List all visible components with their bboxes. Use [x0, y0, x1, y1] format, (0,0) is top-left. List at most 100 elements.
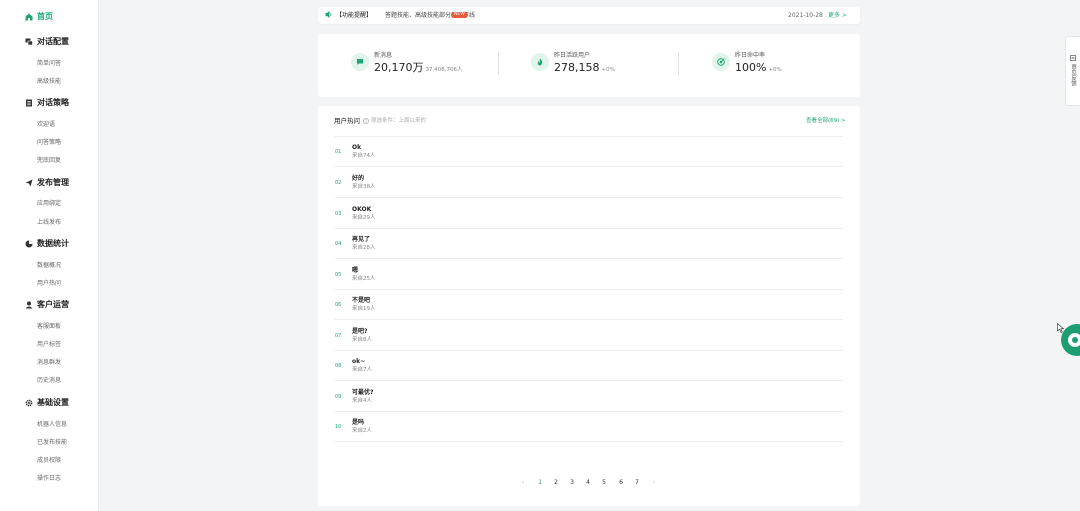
list-item[interactable]: 05 嗯 来自25人 — [334, 260, 843, 290]
new-badge: NEW — [451, 12, 468, 18]
sidebar-item-advanced-skill[interactable]: 高级技能 — [37, 77, 61, 87]
page-4-button[interactable]: 4 — [583, 478, 593, 488]
page-2-button[interactable]: 2 — [551, 478, 561, 488]
view-all-link[interactable]: 查看全部(69) > — [806, 117, 846, 126]
announcement-date: 2021-10-28 — [788, 12, 823, 19]
stat-sub: 37,408,706人 — [425, 67, 463, 73]
rank-number: 09 — [335, 394, 342, 400]
sidebar-item-bot-info[interactable]: 机器人信息 — [37, 420, 67, 430]
question-count: 来自29人 — [352, 215, 376, 221]
question-count: 来自28人 — [352, 245, 376, 251]
question-count: 来自8人 — [352, 337, 372, 343]
rank-number: 05 — [335, 272, 342, 278]
chat-icon-dot — [1072, 337, 1078, 343]
sidebar-item-qa-strategy[interactable]: 问答策略 — [37, 138, 61, 148]
list-item[interactable]: 03 OKOK 来自29人 — [334, 199, 843, 229]
list-item[interactable]: 04 再见了 来自28人 — [334, 229, 843, 259]
divider — [498, 52, 499, 75]
page-1-button[interactable]: 1 — [535, 478, 545, 488]
send-icon — [25, 179, 33, 187]
sidebar-item-hot-questions[interactable]: 用户热问 — [37, 279, 61, 289]
sidebar-group-dialog-strategy[interactable]: 对话策略 — [0, 95, 99, 111]
sidebar-item-service-panel[interactable]: 客服面板 — [37, 322, 61, 332]
sidebar-item-simple-qa[interactable]: 简单问答 — [37, 59, 61, 69]
sidebar-group-basic-settings[interactable]: 基础设置 — [0, 395, 99, 411]
question-count: 来自74人 — [352, 153, 376, 159]
announcement-bar: 【功能提醒】 答题技能、高级技能部分功能下线 NEW 2021-10-28 更多… — [318, 7, 860, 24]
question-count: 来自7人 — [352, 367, 372, 373]
volume-icon — [325, 10, 332, 21]
prev-page-button[interactable]: ‹ — [518, 478, 528, 488]
stats-card: 新消息 20,170万 37,408,706人 昨日活跃用户 278,158 +0%… — [318, 34, 860, 97]
chat-config-icon — [25, 38, 33, 46]
rank-number: 07 — [335, 333, 342, 339]
sidebar-item-user-tags[interactable]: 用户标签 — [37, 340, 61, 350]
sidebar-item-home[interactable]: 首页 — [0, 9, 99, 25]
sidebar-group-label: 客户运营 — [37, 300, 69, 309]
page-3-button[interactable]: 3 — [567, 478, 577, 488]
next-page-button[interactable]: › — [649, 478, 659, 488]
sidebar-item-welcome[interactable]: 欢迎语 — [37, 120, 55, 130]
page-5-button[interactable]: 5 — [599, 478, 609, 488]
help-icon[interactable]: ? — [363, 118, 369, 124]
sidebar-group-label: 对话配置 — [37, 37, 69, 46]
question-count: 来自38人 — [352, 184, 376, 190]
list-item[interactable]: 02 好的 来自38人 — [334, 168, 843, 198]
sidebar-group-label: 发布管理 — [37, 178, 69, 187]
page-7-button[interactable]: 7 — [632, 478, 642, 488]
more-link[interactable]: 更多 > — [828, 11, 847, 20]
list-item[interactable]: 07 是吧? 来自8人 — [334, 321, 843, 351]
question-count: 来自4人 — [352, 398, 372, 404]
stat-value: 278,158 +0% — [554, 61, 615, 77]
sidebar-group-dialog-config[interactable]: 对话配置 — [0, 34, 99, 50]
sidebar-item-data-overview[interactable]: 数据概况 — [37, 261, 61, 271]
stat-value-number: 100% — [735, 61, 767, 74]
sidebar-group-label: 对话策略 — [37, 98, 69, 107]
sidebar-group-customer-ops[interactable]: 客户运营 — [0, 297, 99, 313]
pagination: ‹ 1 2 3 4 5 6 7 › — [318, 478, 860, 488]
sidebar-group-stats[interactable]: 数据统计 — [0, 236, 99, 252]
rank-number: 02 — [335, 180, 342, 186]
sidebar-item-app-binding[interactable]: 应用绑定 — [37, 199, 61, 209]
question-text: Ok — [352, 144, 362, 151]
rank-number: 08 — [335, 363, 342, 369]
sidebar-item-operation-log[interactable]: 操作日志 — [37, 474, 61, 484]
list-item[interactable]: 10 是吗 来自2人 — [334, 412, 843, 442]
rank-number: 04 — [335, 241, 342, 247]
page-6-button[interactable]: 6 — [616, 478, 626, 488]
hot-questions-panel: 用户热问 ? 筛选条件：上周以来的 查看全部(69) > 01 Ok 来自74人… — [318, 106, 860, 506]
list-item[interactable]: 09 可最优? 来自4人 — [334, 382, 843, 412]
stat-label: 昨日命中率 — [735, 52, 766, 59]
question-count: 来自2人 — [352, 428, 372, 434]
question-text: 是吗 — [352, 419, 365, 426]
sidebar-item-label: 首页 — [37, 12, 53, 21]
sidebar-item-member-permissions[interactable]: 成员权限 — [37, 456, 61, 466]
sidebar: 首页 对话配置 简单问答 高级技能 对话策略 欢迎语 问答策略 兜底回复 发布管… — [0, 0, 99, 511]
list-item[interactable]: 06 不是吧 来自19人 — [334, 290, 843, 320]
stat-value-number: 278,158 — [554, 61, 600, 74]
sidebar-group-publish[interactable]: 发布管理 — [0, 175, 99, 191]
sidebar-item-go-live[interactable]: 上线发布 — [37, 218, 61, 228]
divider — [678, 52, 679, 75]
sidebar-item-history[interactable]: 历史消息 — [37, 376, 61, 386]
question-text: 嗯 — [352, 267, 359, 274]
list-item[interactable]: 08 ok~ 来自7人 — [334, 351, 843, 381]
stat-sub: +0% — [601, 67, 615, 73]
gear-icon — [25, 399, 33, 407]
question-text: OKOK — [352, 206, 372, 213]
question-text: 不是吧 — [352, 297, 371, 304]
sidebar-item-fallback[interactable]: 兜底回复 — [37, 156, 61, 166]
question-text: 可最优? — [352, 389, 374, 396]
fire-icon — [531, 53, 549, 71]
sidebar-group-label: 数据统计 — [37, 239, 69, 248]
rank-number: 03 — [335, 211, 342, 217]
list-item[interactable]: 01 Ok 来自74人 — [334, 137, 843, 167]
feedback-tab[interactable]: 意见反馈 — [1065, 36, 1080, 106]
strategy-icon — [25, 99, 33, 107]
sidebar-group-label: 基础设置 — [37, 398, 69, 407]
sidebar-item-broadcast[interactable]: 消息群发 — [37, 358, 61, 368]
sidebar-item-published-skills[interactable]: 已发布技能 — [37, 438, 67, 448]
feedback-icon — [1070, 55, 1076, 61]
stat-sub: +0% — [768, 67, 782, 73]
announcement-tag: 【功能提醒】 — [336, 12, 373, 19]
